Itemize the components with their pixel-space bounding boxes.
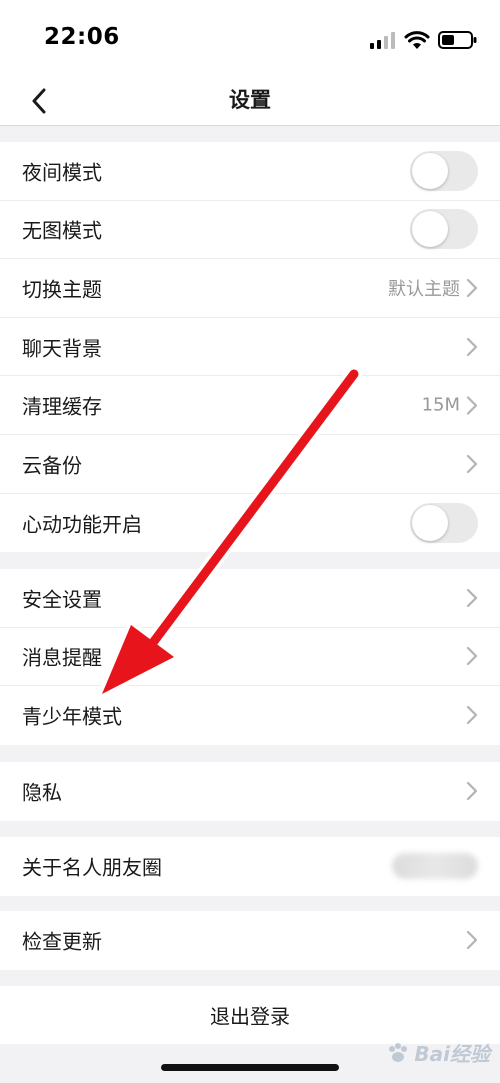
row-youth-mode[interactable]: 青少年模式: [0, 686, 500, 745]
row-label: 消息提醒: [22, 645, 102, 670]
chevron-right-icon: [466, 454, 478, 473]
row-label: 安全设置: [22, 587, 102, 612]
row-no-image-mode[interactable]: 无图模式: [0, 201, 500, 260]
row-label: 青少年模式: [22, 704, 122, 729]
logout-label: 退出登录: [210, 1004, 290, 1029]
chevron-right-icon: [466, 931, 478, 950]
page-title: 设置: [229, 88, 271, 112]
settings-group-update: 检查更新: [0, 911, 500, 970]
night-mode-toggle[interactable]: [410, 150, 478, 191]
cellular-signal-icon: [370, 32, 395, 49]
logout-group: 退出登录: [0, 986, 500, 1044]
status-icons: [370, 28, 478, 52]
row-label: 云备份: [22, 453, 82, 478]
chevron-right-icon: [466, 396, 478, 415]
settings-group-display: 夜间模式 无图模式 切换主题 默认主题 聊天背景 清理缓存 15M 云备份 心动…: [0, 142, 500, 553]
row-label: 无图模式: [22, 218, 102, 243]
watermark: Bai经验: [386, 1038, 490, 1067]
nav-bar: 设置: [0, 76, 500, 126]
row-label: 隐私: [22, 780, 62, 805]
watermark-text: Bai经验: [414, 1042, 490, 1066]
row-chat-background[interactable]: 聊天背景: [0, 318, 500, 377]
row-night-mode[interactable]: 夜间模式: [0, 142, 500, 201]
chevron-right-icon: [466, 706, 478, 725]
battery-icon: [438, 31, 477, 49]
row-about[interactable]: 关于名人朋友圈: [0, 837, 500, 896]
chevron-right-icon: [466, 782, 478, 801]
chevron-right-icon: [466, 647, 478, 666]
settings-group-about: 关于名人朋友圈: [0, 837, 500, 896]
row-privacy[interactable]: 隐私: [0, 762, 500, 821]
version-info-blurred: [392, 853, 478, 880]
settings-group-security: 安全设置 消息提醒 青少年模式: [0, 569, 500, 745]
row-label: 夜间模式: [22, 160, 102, 185]
heartbeat-feature-toggle[interactable]: [410, 502, 478, 543]
row-label: 检查更新: [22, 929, 102, 954]
row-cloud-backup[interactable]: 云备份: [0, 435, 500, 494]
no-image-mode-toggle[interactable]: [410, 209, 478, 250]
chevron-right-icon: [466, 337, 478, 356]
wifi-icon: [404, 31, 430, 49]
row-label: 切换主题: [22, 277, 102, 302]
home-indicator: [161, 1064, 339, 1071]
theme-value: 默认主题: [388, 278, 460, 300]
row-clear-cache[interactable]: 清理缓存 15M: [0, 376, 500, 435]
status-bar: 22:06: [0, 0, 500, 76]
row-label: 聊天背景: [22, 336, 102, 361]
chevron-right-icon: [466, 588, 478, 607]
status-time: 22:06: [44, 24, 120, 50]
row-message-reminder[interactable]: 消息提醒: [0, 628, 500, 687]
paw-icon: [389, 1042, 408, 1062]
row-label: 关于名人朋友圈: [22, 855, 162, 880]
chevron-right-icon: [466, 278, 478, 298]
settings-group-privacy: 隐私: [0, 762, 500, 821]
row-label: 清理缓存: [22, 394, 102, 419]
logout-button[interactable]: 退出登录: [0, 986, 500, 1044]
row-switch-theme[interactable]: 切换主题 默认主题: [0, 259, 500, 318]
row-check-update[interactable]: 检查更新: [0, 911, 500, 970]
row-label: 心动功能开启: [22, 512, 142, 537]
row-security-settings[interactable]: 安全设置: [0, 569, 500, 628]
cache-size-value: 15M: [421, 394, 460, 416]
row-heartbeat-feature[interactable]: 心动功能开启: [0, 494, 500, 553]
